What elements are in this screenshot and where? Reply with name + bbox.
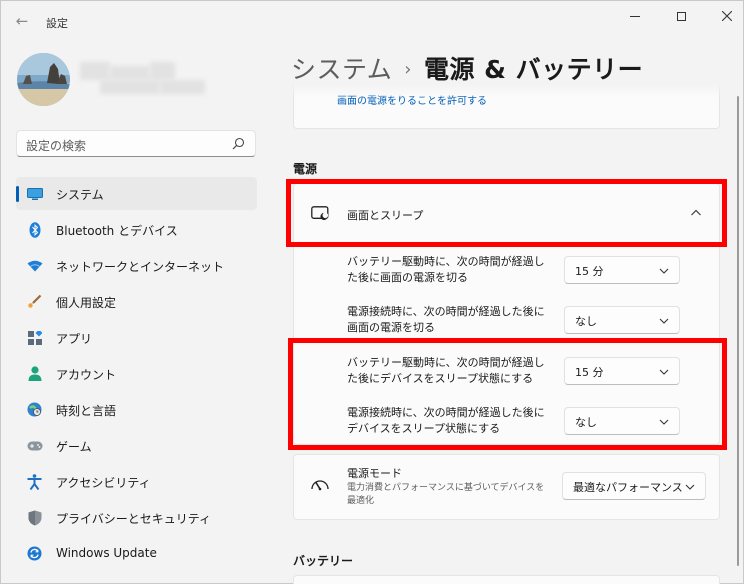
- user-name-blurred: [80, 62, 205, 96]
- chevron-down-icon: [659, 369, 669, 375]
- breadcrumb-parent[interactable]: システム: [291, 55, 392, 84]
- shield-icon: [26, 509, 43, 526]
- battery-sleep-label: バッテリー駆動時に、次の時間が経過した後にデバイスをスリープ状態にする: [347, 356, 545, 385]
- active-indicator: [16, 186, 19, 202]
- search-placeholder: 設定の検索: [26, 139, 87, 153]
- wifi-icon: [26, 257, 43, 274]
- dropdown-value: 最適なパフォーマンス: [573, 481, 683, 494]
- screen-sleep-expander[interactable]: 画面とスリープ: [293, 183, 720, 245]
- dropdown-value: 15 分: [575, 366, 604, 379]
- breadcrumb-separator: ›: [404, 59, 412, 80]
- app-title: 設定: [46, 17, 68, 30]
- sidebar-item-label: システム: [56, 188, 104, 202]
- battery-card: [293, 575, 720, 584]
- power-mode-dropdown[interactable]: 最適なパフォーマンス: [562, 472, 706, 500]
- dropdown-value: なし: [575, 315, 597, 328]
- apps-icon: [26, 329, 43, 346]
- gamepad-icon: [26, 437, 43, 454]
- windows-update-icon: [26, 545, 43, 562]
- sidebar-item-gaming[interactable]: ゲーム: [16, 429, 257, 462]
- power-mode-gauge-icon: [311, 480, 329, 491]
- sidebar-item-label: Windows Update: [56, 546, 157, 560]
- chevron-down-icon: [659, 268, 669, 274]
- screen-sleep-icon: [311, 206, 329, 221]
- sidebar-item-label: アカウント: [56, 368, 117, 382]
- sidebar-item-privacy[interactable]: プライバシーとセキュリティ: [16, 501, 257, 534]
- power-mode-card: 電源モード 電力消費とパフォーマンスに基づいてデバイスを最適化 最適なパフォーマ…: [293, 454, 720, 520]
- sidebar-item-system[interactable]: システム: [16, 177, 257, 210]
- maximize-button[interactable]: [658, 4, 704, 28]
- section-label-battery: バッテリー: [293, 554, 354, 568]
- sidebar-item-label: プライバシーとセキュリティ: [56, 512, 212, 526]
- section-label-power: 電源: [293, 162, 318, 176]
- sidebar-item-label: 個人用設定: [56, 296, 117, 310]
- sidebar-item-label: ネットワークとインターネット: [56, 260, 225, 274]
- search-input[interactable]: 設定の検索: [16, 130, 256, 157]
- minimize-icon: [630, 15, 640, 17]
- screen-sleep-label: 画面とスリープ: [347, 209, 424, 222]
- sidebar-item-label: アクセシビリティ: [56, 476, 151, 490]
- dropdown-value: 15 分: [575, 265, 604, 278]
- sidebar-item-bluetooth[interactable]: Bluetooth とデバイス: [16, 213, 257, 246]
- bluetooth-icon: [26, 221, 43, 238]
- close-button[interactable]: [704, 4, 744, 28]
- plugged-sleep-label: 電源接続時に、次の時間が経過した後にデバイスをスリープ状態にする: [347, 406, 545, 435]
- brush-icon: [26, 293, 43, 310]
- sidebar-item-network[interactable]: ネットワークとインターネット: [16, 249, 257, 282]
- close-icon: [722, 11, 732, 21]
- search-icon: [232, 137, 245, 150]
- sidebar-item-accessibility[interactable]: アクセシビリティ: [16, 465, 257, 498]
- plugged-sleep-dropdown[interactable]: なし: [564, 407, 680, 435]
- chevron-up-icon[interactable]: [689, 206, 703, 220]
- chevron-down-icon: [659, 318, 669, 324]
- page-title: 電源 & バッテリー: [423, 55, 644, 84]
- sidebar-item-accounts[interactable]: アカウント: [16, 357, 257, 390]
- power-mode-title: 電源モード: [347, 467, 402, 480]
- battery-screen-off-label: バッテリー駆動時に、次の時間が経過した後に画面の電源を切る: [347, 255, 545, 284]
- scrollbar[interactable]: [737, 96, 739, 566]
- maximize-icon: [676, 11, 686, 21]
- plugged-screen-off-label: 電源接続時に、次の時間が経過した後に画面の電源を切る: [347, 305, 545, 334]
- chevron-down-icon: [685, 484, 695, 490]
- sidebar-item-label: アプリ: [56, 332, 93, 346]
- accessibility-icon: [26, 473, 43, 490]
- back-arrow-icon[interactable]: ←: [10, 10, 34, 32]
- sidebar-item-personalization[interactable]: 個人用設定: [16, 285, 257, 318]
- avatar[interactable]: [17, 53, 70, 106]
- account-icon: [26, 365, 43, 382]
- sidebar-item-label: Bluetooth とデバイス: [56, 224, 178, 238]
- breadcrumb: システム › 電源 & バッテリー: [291, 50, 643, 86]
- sidebar-item-apps[interactable]: アプリ: [16, 321, 257, 354]
- system-display-icon: [26, 185, 43, 202]
- time-language-icon: [26, 401, 43, 418]
- sidebar-item-label: 時刻と言語: [56, 404, 117, 418]
- battery-screen-off-dropdown[interactable]: 15 分: [564, 256, 680, 284]
- sidebar-item-label: ゲーム: [56, 440, 92, 454]
- dropdown-value: なし: [575, 416, 597, 429]
- scroll-fade: [293, 84, 720, 98]
- minimize-button[interactable]: [612, 4, 658, 28]
- battery-sleep-dropdown[interactable]: 15 分: [564, 357, 680, 385]
- chevron-down-icon: [659, 419, 669, 425]
- sidebar-item-time-language[interactable]: 時刻と言語: [16, 393, 257, 426]
- sidebar-item-windows-update[interactable]: Windows Update: [16, 537, 257, 570]
- plugged-screen-off-dropdown[interactable]: なし: [564, 306, 680, 334]
- power-mode-description: 電力消費とパフォーマンスに基づいてデバイスを最適化: [347, 483, 545, 506]
